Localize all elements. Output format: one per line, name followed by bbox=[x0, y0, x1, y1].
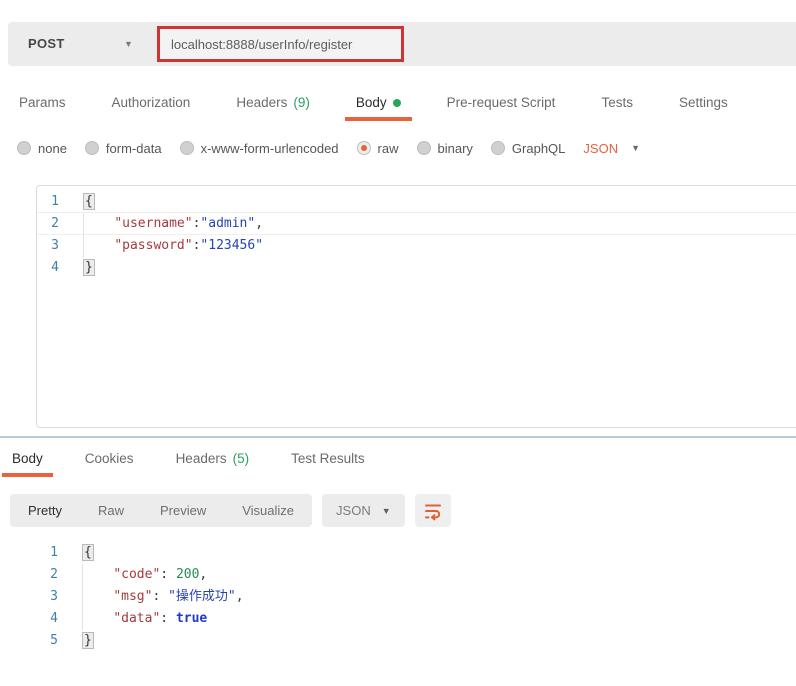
line-number: 3 bbox=[36, 586, 82, 608]
code-text: "password":"123456" bbox=[83, 235, 263, 257]
code-text: "code": 200, bbox=[82, 564, 207, 586]
tab-headers[interactable]: Headers (9) bbox=[225, 88, 321, 121]
code-line: 2 "code": 200, bbox=[36, 564, 796, 586]
radio-label: binary bbox=[438, 141, 473, 156]
radio-icon bbox=[357, 141, 371, 155]
response-toolbar: PrettyRawPreviewVisualize JSON ▼ bbox=[10, 494, 451, 527]
code-text: } bbox=[82, 630, 94, 652]
method-label: POST bbox=[28, 22, 65, 66]
response-tab-headers[interactable]: Headers (5) bbox=[166, 444, 260, 477]
code-text: } bbox=[83, 257, 95, 279]
wrap-lines-button[interactable] bbox=[415, 494, 451, 527]
radio-icon bbox=[417, 141, 431, 155]
chevron-down-icon: ▼ bbox=[382, 506, 391, 516]
tab-label: Body bbox=[12, 451, 43, 466]
body-status-dot bbox=[393, 99, 401, 107]
tab-label: Body bbox=[356, 95, 387, 110]
tab-settings[interactable]: Settings bbox=[668, 88, 739, 121]
rest-client-window: POST ▼ localhost:8888/userInfo/register … bbox=[0, 0, 796, 686]
code-line: 1{ bbox=[37, 191, 796, 213]
response-format-dropdown[interactable]: JSON ▼ bbox=[322, 494, 405, 527]
view-preview[interactable]: Preview bbox=[142, 494, 224, 527]
tab-label: Pre-request Script bbox=[447, 95, 556, 110]
line-number: 1 bbox=[36, 542, 82, 564]
tab-label: Headers bbox=[176, 451, 227, 466]
response-tab-test-results[interactable]: Test Results bbox=[281, 444, 375, 477]
radio-label: GraphQL bbox=[512, 141, 565, 156]
method-dropdown[interactable]: POST ▼ bbox=[8, 22, 149, 66]
line-number: 4 bbox=[36, 608, 82, 630]
pane-splitter[interactable] bbox=[0, 436, 796, 438]
radio-label: none bbox=[38, 141, 67, 156]
tab-label: Authorization bbox=[112, 95, 191, 110]
radio-label: form-data bbox=[106, 141, 162, 156]
code-text: "username":"admin", bbox=[83, 213, 263, 235]
radio-icon bbox=[17, 141, 31, 155]
tab-params[interactable]: Params bbox=[8, 88, 77, 121]
body-type-binary[interactable]: binary bbox=[417, 141, 473, 156]
line-number: 3 bbox=[37, 235, 83, 257]
tab-body[interactable]: Body bbox=[345, 88, 412, 121]
body-type-none[interactable]: none bbox=[17, 141, 67, 156]
response-tab-cookies[interactable]: Cookies bbox=[75, 444, 144, 477]
tab-pre-request-script[interactable]: Pre-request Script bbox=[436, 88, 567, 121]
code-line: 3 "msg": "操作成功", bbox=[36, 586, 796, 608]
radio-icon bbox=[180, 141, 194, 155]
view-visualize[interactable]: Visualize bbox=[224, 494, 312, 527]
body-type-x-www-form-urlencoded[interactable]: x-www-form-urlencoded bbox=[180, 141, 339, 156]
line-number: 2 bbox=[37, 213, 83, 235]
body-type-form-data[interactable]: form-data bbox=[85, 141, 162, 156]
code-line: 3 "password":"123456" bbox=[37, 235, 796, 257]
code-text: "msg": "操作成功", bbox=[82, 586, 244, 608]
tab-count-badge: (5) bbox=[233, 451, 250, 466]
tab-authorization[interactable]: Authorization bbox=[101, 88, 202, 121]
raw-format-dropdown[interactable]: JSON ▼ bbox=[583, 141, 640, 156]
tab-label: Params bbox=[19, 95, 66, 110]
tab-label: Headers bbox=[236, 95, 287, 110]
code-line: 5} bbox=[36, 630, 796, 652]
code-text: "data": true bbox=[82, 608, 207, 630]
line-number: 2 bbox=[36, 564, 82, 586]
response-body-viewer[interactable]: 1{2 "code": 200,3 "msg": "操作成功",4 "data"… bbox=[36, 538, 796, 670]
radio-icon bbox=[85, 141, 99, 155]
body-type-raw[interactable]: raw bbox=[357, 141, 399, 156]
indent-guide bbox=[82, 564, 83, 630]
body-type-bar: none form-data x-www-form-urlencoded raw bin… bbox=[17, 134, 640, 162]
indent-guide bbox=[83, 213, 84, 257]
wrap-lines-icon bbox=[423, 501, 443, 521]
tab-label: Tests bbox=[601, 95, 633, 110]
tab-tests[interactable]: Tests bbox=[590, 88, 644, 121]
body-type-GraphQL[interactable]: GraphQL bbox=[491, 141, 565, 156]
code-line: 2 "username":"admin", bbox=[37, 213, 796, 235]
view-pretty[interactable]: Pretty bbox=[10, 494, 80, 527]
url-input[interactable]: localhost:8888/userInfo/register bbox=[157, 26, 404, 62]
radio-label: x-www-form-urlencoded bbox=[201, 141, 339, 156]
url-text: localhost:8888/userInfo/register bbox=[160, 37, 352, 52]
chevron-down-icon: ▼ bbox=[124, 39, 133, 49]
code-line: 4} bbox=[37, 257, 796, 279]
code-line: 1{ bbox=[36, 542, 796, 564]
tab-label: Cookies bbox=[85, 451, 134, 466]
response-view-toggle: PrettyRawPreviewVisualize bbox=[10, 494, 312, 527]
code-text: { bbox=[83, 191, 95, 213]
tab-label: Settings bbox=[679, 95, 728, 110]
tab-label: Test Results bbox=[291, 451, 365, 466]
tab-count-badge: (9) bbox=[293, 95, 310, 110]
line-number: 5 bbox=[36, 630, 82, 652]
response-tabs: Body Cookies Headers (5) Test Results bbox=[2, 444, 375, 477]
radio-icon bbox=[491, 141, 505, 155]
request-body-editor[interactable]: 1{2 "username":"admin",3 "password":"123… bbox=[36, 185, 796, 428]
line-number: 1 bbox=[37, 191, 83, 213]
chevron-down-icon: ▼ bbox=[631, 143, 640, 153]
response-tab-body[interactable]: Body bbox=[2, 444, 53, 477]
response-format-label: JSON bbox=[336, 503, 371, 518]
raw-format-label: JSON bbox=[583, 141, 618, 156]
line-number: 4 bbox=[37, 257, 83, 279]
request-tabs: Params Authorization Headers (9) Body Pre-req… bbox=[8, 88, 739, 121]
request-url-bar: POST ▼ localhost:8888/userInfo/register bbox=[8, 22, 796, 66]
code-text: { bbox=[82, 542, 94, 564]
radio-label: raw bbox=[378, 141, 399, 156]
view-raw[interactable]: Raw bbox=[80, 494, 142, 527]
code-line: 4 "data": true bbox=[36, 608, 796, 630]
